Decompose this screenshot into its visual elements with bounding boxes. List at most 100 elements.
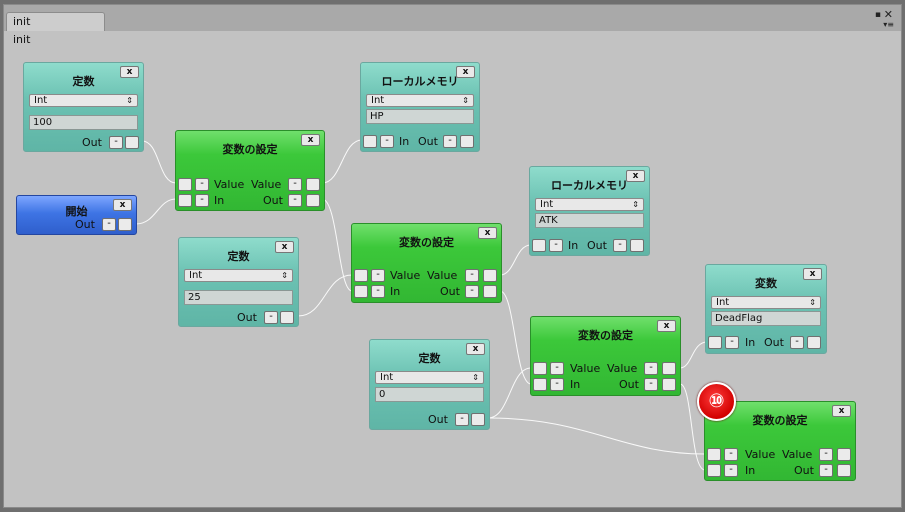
value-out-port[interactable] xyxy=(837,448,851,461)
value-out-label: Value xyxy=(607,362,638,375)
in-port[interactable] xyxy=(707,464,721,477)
wire-set1-to-hp xyxy=(321,139,363,184)
set-variable-node-1[interactable]: 変数の設定 x - Value Value - - In Out - xyxy=(175,130,325,211)
value-field[interactable]: HP xyxy=(366,109,474,124)
out-port[interactable] xyxy=(662,378,676,391)
updown-arrow-icon: ⇕ xyxy=(126,96,133,105)
in-port[interactable] xyxy=(178,194,192,207)
type-select[interactable]: Int ⇕ xyxy=(29,94,138,107)
type-select-value: Int xyxy=(540,199,554,210)
close-button[interactable]: x xyxy=(120,66,139,78)
value-in-label: Value xyxy=(390,269,421,282)
remove-connection-button[interactable]: - xyxy=(819,464,833,477)
close-button[interactable]: x xyxy=(456,66,475,78)
value-in-port[interactable] xyxy=(178,178,192,191)
remove-connection-button[interactable]: - xyxy=(380,135,394,148)
const-node-0[interactable]: 定数 x Int ⇕ 0 Out - xyxy=(369,339,490,430)
variable-node-deadflag[interactable]: 変数 x Int ⇕ DeadFlag - In Out - xyxy=(705,264,827,354)
in-port[interactable] xyxy=(354,285,368,298)
out-port[interactable] xyxy=(837,464,851,477)
value-field[interactable]: DeadFlag xyxy=(711,311,821,326)
remove-connection-button[interactable]: - xyxy=(644,378,658,391)
updown-arrow-icon: ⇕ xyxy=(462,96,469,105)
remove-connection-button[interactable]: - xyxy=(288,178,302,191)
value-out-port[interactable] xyxy=(306,178,320,191)
out-port[interactable] xyxy=(125,136,139,149)
remove-connection-button[interactable]: - xyxy=(455,413,469,426)
updown-arrow-icon: ⇕ xyxy=(472,373,479,382)
out-port[interactable] xyxy=(118,218,132,231)
value-in-port[interactable] xyxy=(533,362,547,375)
close-button[interactable]: x xyxy=(832,405,851,417)
remove-connection-button[interactable]: - xyxy=(790,336,804,349)
in-port[interactable] xyxy=(532,239,546,252)
type-select[interactable]: Int ⇕ xyxy=(375,371,484,384)
remove-connection-button[interactable]: - xyxy=(724,464,738,477)
value-field[interactable]: ATK xyxy=(535,213,644,228)
value-in-port[interactable] xyxy=(707,448,721,461)
remove-connection-button[interactable]: - xyxy=(819,448,833,461)
out-port[interactable] xyxy=(807,336,821,349)
remove-connection-button[interactable]: - xyxy=(371,285,385,298)
remove-connection-button[interactable]: - xyxy=(288,194,302,207)
remove-connection-button[interactable]: - xyxy=(465,269,479,282)
local-memory-node-hp[interactable]: ローカルメモリ x Int ⇕ HP - In Out - xyxy=(360,62,480,152)
close-button[interactable]: x xyxy=(803,268,822,280)
type-select[interactable]: Int ⇕ xyxy=(366,94,474,107)
value-out-label: Value xyxy=(782,448,813,461)
remove-connection-button[interactable]: - xyxy=(102,218,116,231)
value-in-port[interactable] xyxy=(354,269,368,282)
remove-connection-button[interactable]: - xyxy=(195,178,209,191)
type-select[interactable]: Int ⇕ xyxy=(184,269,293,282)
start-node[interactable]: 開始 x Out - xyxy=(16,195,137,235)
set-variable-node-3[interactable]: 変数の設定 x - Value Value - - In Out - xyxy=(530,316,681,396)
value-out-port[interactable] xyxy=(483,269,497,282)
value-field[interactable]: 0 xyxy=(375,387,484,402)
remove-connection-button[interactable]: - xyxy=(613,239,627,252)
close-button[interactable]: x xyxy=(626,170,645,182)
wire-set2-to-set3 xyxy=(499,290,532,385)
type-select[interactable]: Int ⇕ xyxy=(711,296,821,309)
in-port[interactable] xyxy=(363,135,377,148)
out-port[interactable] xyxy=(630,239,644,252)
value-field[interactable]: 25 xyxy=(184,290,293,305)
out-label: Out xyxy=(619,378,639,391)
value-out-port[interactable] xyxy=(662,362,676,375)
in-label: In xyxy=(399,135,410,148)
type-select-value: Int xyxy=(716,297,730,308)
in-label: In xyxy=(745,464,756,477)
set-variable-node-2[interactable]: 変数の設定 x - Value Value - - In Out - xyxy=(351,223,502,303)
remove-connection-button[interactable]: - xyxy=(550,362,564,375)
close-button[interactable]: x xyxy=(113,199,132,211)
close-button[interactable]: x xyxy=(478,227,497,239)
out-port[interactable] xyxy=(460,135,474,148)
remove-connection-button[interactable]: - xyxy=(371,269,385,282)
step-number-badge: ⑩ xyxy=(697,382,736,421)
value-field[interactable]: 100 xyxy=(29,115,138,130)
const-node-25[interactable]: 定数 x Int ⇕ 25 Out - xyxy=(178,237,299,327)
close-button[interactable]: x xyxy=(657,320,676,332)
out-port[interactable] xyxy=(483,285,497,298)
type-select-value: Int xyxy=(34,95,48,106)
remove-connection-button[interactable]: - xyxy=(109,136,123,149)
remove-connection-button[interactable]: - xyxy=(264,311,278,324)
remove-connection-button[interactable]: - xyxy=(725,336,739,349)
close-button[interactable]: x xyxy=(466,343,485,355)
out-port[interactable] xyxy=(306,194,320,207)
remove-connection-button[interactable]: - xyxy=(195,194,209,207)
remove-connection-button[interactable]: - xyxy=(644,362,658,375)
close-button[interactable]: x xyxy=(275,241,294,253)
in-port[interactable] xyxy=(533,378,547,391)
type-select[interactable]: Int ⇕ xyxy=(535,198,644,211)
remove-connection-button[interactable]: - xyxy=(549,239,563,252)
const-node-100[interactable]: 定数 x Int ⇕ 100 Out - xyxy=(23,62,144,152)
remove-connection-button[interactable]: - xyxy=(724,448,738,461)
in-port[interactable] xyxy=(708,336,722,349)
remove-connection-button[interactable]: - xyxy=(443,135,457,148)
remove-connection-button[interactable]: - xyxy=(550,378,564,391)
out-port[interactable] xyxy=(280,311,294,324)
remove-connection-button[interactable]: - xyxy=(465,285,479,298)
local-memory-node-atk[interactable]: ローカルメモリ x Int ⇕ ATK - In Out - xyxy=(529,166,650,256)
out-port[interactable] xyxy=(471,413,485,426)
close-button[interactable]: x xyxy=(301,134,320,146)
